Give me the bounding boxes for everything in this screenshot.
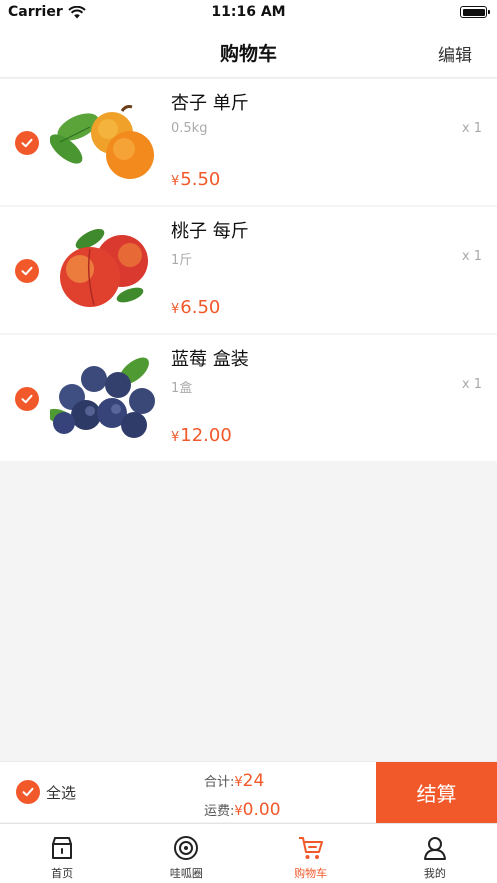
item-spec: 1盒 [171,381,193,396]
status-bar: Carrier 11:16 AM [0,0,497,26]
currency-symbol: ¥ [171,430,180,445]
currency-symbol: ¥ [234,774,243,790]
total-row: 合计: ¥24 [204,766,281,795]
blueberry-image[interactable] [50,353,160,445]
checkmark-icon [22,787,34,797]
cart-item[interactable]: 桃子 每斤 1斤 x 1 ¥6.50 [0,207,497,335]
select-all-checkbox[interactable] [16,780,40,804]
item-checkbox[interactable] [15,131,39,155]
home-icon [52,837,73,859]
item-name[interactable]: 桃子 每斤 [171,217,249,243]
profile-icon [423,837,446,860]
circle-icon [174,836,199,860]
tab-label: 购物车 [294,867,328,880]
item-quantity: x 1 [461,377,482,392]
nav-bar: 购物车 编辑 [0,26,497,78]
apricot-image[interactable] [50,97,160,189]
select-all-label[interactable]: 全选 [46,782,76,803]
checkmark-icon [21,266,33,276]
select-all-toggle[interactable]: 全选 [16,780,76,804]
item-quantity: x 1 [461,249,482,264]
item-price: ¥12.00 [171,425,232,446]
tab-cart[interactable]: 购物车 [249,824,373,883]
checkmark-icon [21,138,33,148]
item-price: ¥6.50 [171,297,220,318]
checkout-bar: 全选 合计: ¥24 运费: ¥0.00 结算 [0,761,497,824]
shipping-row: 运费: ¥0.00 [204,795,281,824]
total-value: 24 [242,770,265,791]
total-label: 合计: [204,775,235,790]
price-value: 12.00 [180,425,232,446]
item-spec: 0.5kg [171,121,208,136]
battery-icon [460,6,490,18]
currency-symbol: ¥ [171,302,180,317]
cart-icon [298,837,323,859]
item-price: ¥5.50 [171,169,220,190]
tab-home[interactable]: 首页 [0,824,124,883]
price-value: 6.50 [180,297,221,318]
peach-image[interactable] [50,225,160,317]
item-checkbox[interactable] [15,259,39,283]
cart-list: 杏子 单斤 0.5kg x 1 ¥5.50 桃子 每斤 1斤 x 1 ¥6.50 [0,79,497,463]
tab-circle[interactable]: 哇呱圈 [124,824,248,883]
checkmark-icon [21,394,33,404]
tab-label: 首页 [51,867,74,880]
currency-symbol: ¥ [171,174,180,189]
price-value: 5.50 [180,169,221,190]
shipping-value: 0.00 [242,799,281,820]
status-time: 11:16 AM [211,4,286,20]
shipping-amount: ¥0.00 [234,800,280,820]
page-title: 购物车 [219,43,277,65]
tab-profile[interactable]: 我的 [373,824,497,883]
checkout-button[interactable]: 结算 [376,762,497,823]
item-checkbox[interactable] [15,387,39,411]
tab-label: 哇呱圈 [169,867,203,880]
item-name[interactable]: 蓝莓 盒装 [171,345,249,371]
shipping-label: 运费: [204,804,235,819]
order-totals: 合计: ¥24 运费: ¥0.00 [204,766,281,824]
cart-item[interactable]: 杏子 单斤 0.5kg x 1 ¥5.50 [0,79,497,207]
item-name[interactable]: 杏子 单斤 [171,89,249,115]
item-spec: 1斤 [171,253,193,268]
total-amount: ¥24 [234,771,264,791]
edit-button[interactable]: 编辑 [438,41,472,66]
tab-label: 我的 [423,867,446,880]
tab-bar: 首页 哇呱圈 购物车 我的 [0,823,497,883]
cart-item[interactable]: 蓝莓 盒装 1盒 x 1 ¥12.00 [0,335,497,463]
currency-symbol: ¥ [234,803,243,819]
item-quantity: x 1 [461,121,482,136]
